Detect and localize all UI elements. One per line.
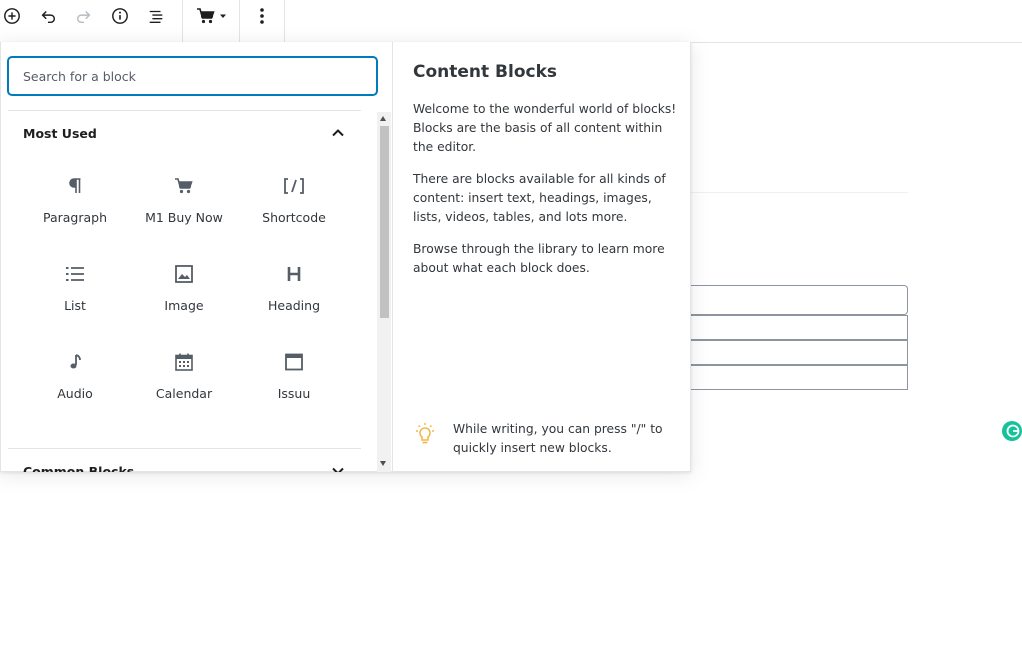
cart-icon xyxy=(196,8,215,24)
toolbar-divider xyxy=(239,0,240,42)
block-search-input[interactable] xyxy=(8,57,377,95)
list-icon xyxy=(65,262,85,286)
list-outline-icon xyxy=(149,10,163,23)
chevron-up-icon xyxy=(332,129,344,137)
toolbar-divider xyxy=(182,0,183,42)
caret-down-icon xyxy=(219,14,226,18)
cart-icon xyxy=(174,174,194,198)
preview-paragraph: There are blocks available for all kinds… xyxy=(413,172,666,224)
block-item-m1-buy-now[interactable]: M1 Buy Now xyxy=(134,162,234,240)
block-item-issuu[interactable]: Issuu xyxy=(244,338,344,416)
editor-text-field[interactable] xyxy=(691,340,908,365)
heading-icon xyxy=(284,262,304,286)
scrollbar-thumb[interactable] xyxy=(380,126,389,318)
block-label: Shortcode xyxy=(262,210,326,225)
redo-button[interactable] xyxy=(69,3,99,29)
info-icon xyxy=(112,8,128,24)
block-list-panel: Most Used Paragraph M1 Buy Now Shortcode xyxy=(1,110,391,472)
block-label: List xyxy=(64,298,86,313)
cart-dropdown-button[interactable] xyxy=(193,3,229,29)
block-item-list[interactable]: List xyxy=(25,250,125,328)
undo-icon xyxy=(41,10,56,24)
inserter-tip: While writing, you can press "/" to quic… xyxy=(413,420,683,460)
more-menu-button[interactable] xyxy=(247,3,277,29)
preview-paragraph: Browse through the library to learn more… xyxy=(413,242,665,275)
divider xyxy=(8,110,361,111)
vertical-ellipsis-icon xyxy=(260,8,264,24)
preview-paragraph: Welcome to the wonderful world of blocks… xyxy=(413,102,677,154)
add-block-button[interactable] xyxy=(0,3,27,29)
block-item-shortcode[interactable]: Shortcode xyxy=(244,162,344,240)
panel-title-most-used: Most Used xyxy=(23,126,97,141)
editor-text-field[interactable] xyxy=(691,315,908,340)
editor-toolbar xyxy=(0,0,1022,43)
block-item-heading[interactable]: Heading xyxy=(244,250,344,328)
block-item-audio[interactable]: Audio xyxy=(25,338,125,416)
undo-button[interactable] xyxy=(33,3,63,29)
editor-text-field[interactable] xyxy=(691,365,908,390)
shortcode-icon xyxy=(283,174,305,198)
scroll-down-arrow-icon[interactable] xyxy=(380,461,386,466)
scroll-up-arrow-icon[interactable] xyxy=(380,116,386,121)
editor-text-field[interactable] xyxy=(691,285,908,315)
info-button[interactable] xyxy=(105,3,135,29)
redo-icon xyxy=(76,10,91,24)
tip-text: While writing, you can press "/" to quic… xyxy=(453,422,663,455)
outline-button[interactable] xyxy=(141,3,171,29)
chevron-down-icon xyxy=(332,467,344,472)
block-label: Issuu xyxy=(277,386,311,401)
grammarly-icon xyxy=(1006,424,1020,438)
grammarly-button[interactable] xyxy=(1002,421,1022,441)
block-item-image[interactable]: Image xyxy=(134,250,234,328)
block-label: Paragraph xyxy=(42,210,108,225)
editor-separator xyxy=(691,192,908,193)
block-label: Heading xyxy=(267,298,320,313)
calendar-icon xyxy=(174,350,194,374)
panel-title-common-blocks: Common Blocks xyxy=(23,464,135,472)
audio-icon xyxy=(65,350,85,374)
divider xyxy=(8,448,361,449)
preview-title: Content Blocks xyxy=(413,62,558,82)
block-label: Calendar xyxy=(155,386,213,401)
block-label: M1 Buy Now xyxy=(145,210,223,225)
block-label: Audio xyxy=(57,386,93,401)
block-list-scrollbar[interactable] xyxy=(377,112,391,472)
block-inserter-popover: Most Used Paragraph M1 Buy Now Shortcode xyxy=(0,42,691,472)
block-preview-panel: Content Blocks Welcome to the wonderful … xyxy=(392,42,692,472)
block-label: Image xyxy=(164,298,204,313)
paragraph-icon xyxy=(65,174,85,198)
browser-window-icon xyxy=(284,350,304,374)
block-item-paragraph[interactable]: Paragraph xyxy=(25,162,125,240)
lightbulb-icon xyxy=(416,423,434,444)
image-icon xyxy=(174,262,194,286)
block-item-calendar[interactable]: Calendar xyxy=(134,338,234,416)
toolbar-divider xyxy=(284,0,285,42)
plus-circle-icon xyxy=(4,8,20,24)
